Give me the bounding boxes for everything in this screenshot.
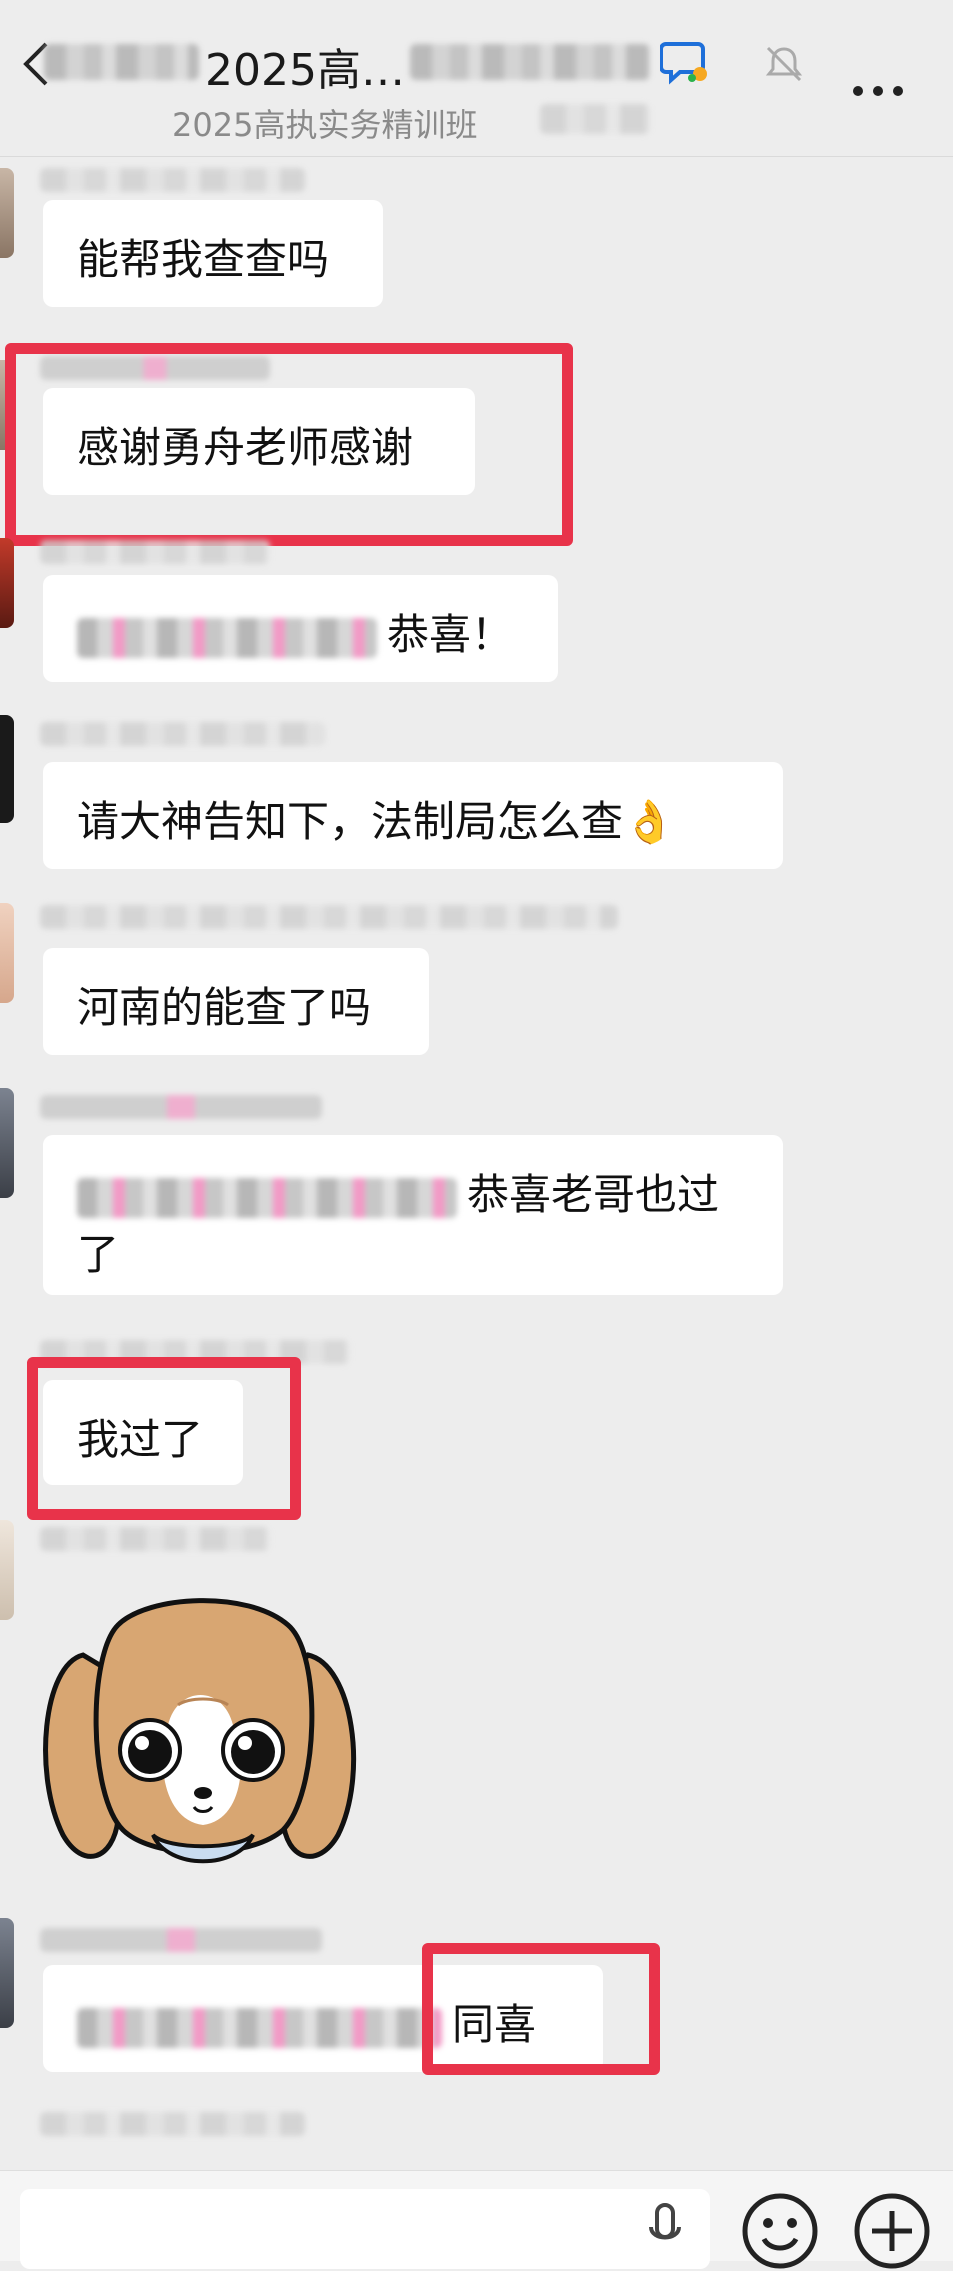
sender-name (40, 168, 305, 192)
sender-name (40, 2112, 305, 2136)
sender-name (40, 1928, 322, 1952)
subtitle-blurred-suffix (540, 104, 650, 134)
muted-bell-icon (765, 46, 803, 82)
blurred-mention (77, 1177, 457, 1218)
message-bubble[interactable]: 感谢勇舟老师感谢 (43, 388, 475, 495)
input-bar (0, 2170, 953, 2269)
avatar[interactable] (0, 168, 14, 258)
avatar[interactable] (0, 715, 14, 823)
more-options-icon[interactable] (852, 85, 904, 97)
sender-name (40, 356, 270, 380)
message-bubble[interactable]: 我过了 (43, 1380, 243, 1485)
microphone-icon[interactable] (645, 2201, 685, 2261)
sender-name (40, 722, 325, 746)
sender-name (40, 905, 618, 929)
message-bubble[interactable]: 恭喜老哥也过了 (43, 1135, 783, 1295)
blurred-mention (77, 2007, 442, 2048)
title-blurred-suffix (410, 44, 650, 80)
avatar[interactable] (0, 538, 14, 628)
message-bubble[interactable]: 能帮我查查吗 (43, 200, 383, 307)
message-text: 恭喜！ (387, 610, 514, 659)
add-icon[interactable] (852, 2191, 932, 2271)
blurred-mention (77, 617, 377, 658)
avatar[interactable] (0, 360, 14, 450)
sender-name (40, 1095, 322, 1119)
message-input[interactable] (20, 2189, 710, 2269)
chat-header: 2025高… 2025高执实务精训班 (0, 0, 953, 157)
sender-name (40, 1340, 350, 1364)
message-bubble[interactable]: 河南的能查了吗 (43, 948, 429, 1055)
message-text: 同喜 (452, 2000, 537, 2049)
title-blurred-prefix (44, 44, 199, 80)
group-chat-icon (660, 42, 707, 85)
message-bubble[interactable]: 请大神告知下，法制局怎么查👌 (43, 762, 783, 869)
sender-name (40, 540, 270, 564)
avatar[interactable] (0, 1088, 14, 1198)
puppy-sticker[interactable] (38, 1585, 368, 1875)
emoji-icon[interactable] (740, 2191, 820, 2271)
avatar[interactable] (0, 1520, 14, 1620)
chat-title: 2025高… (205, 45, 405, 96)
sender-name (40, 1527, 270, 1551)
message-bubble[interactable]: 恭喜！ (43, 575, 558, 682)
avatar[interactable] (0, 903, 14, 1003)
chat-subtitle: 2025高执实务精训班 (172, 106, 478, 144)
avatar[interactable] (0, 1918, 14, 2028)
message-bubble[interactable]: 同喜 (43, 1965, 603, 2072)
